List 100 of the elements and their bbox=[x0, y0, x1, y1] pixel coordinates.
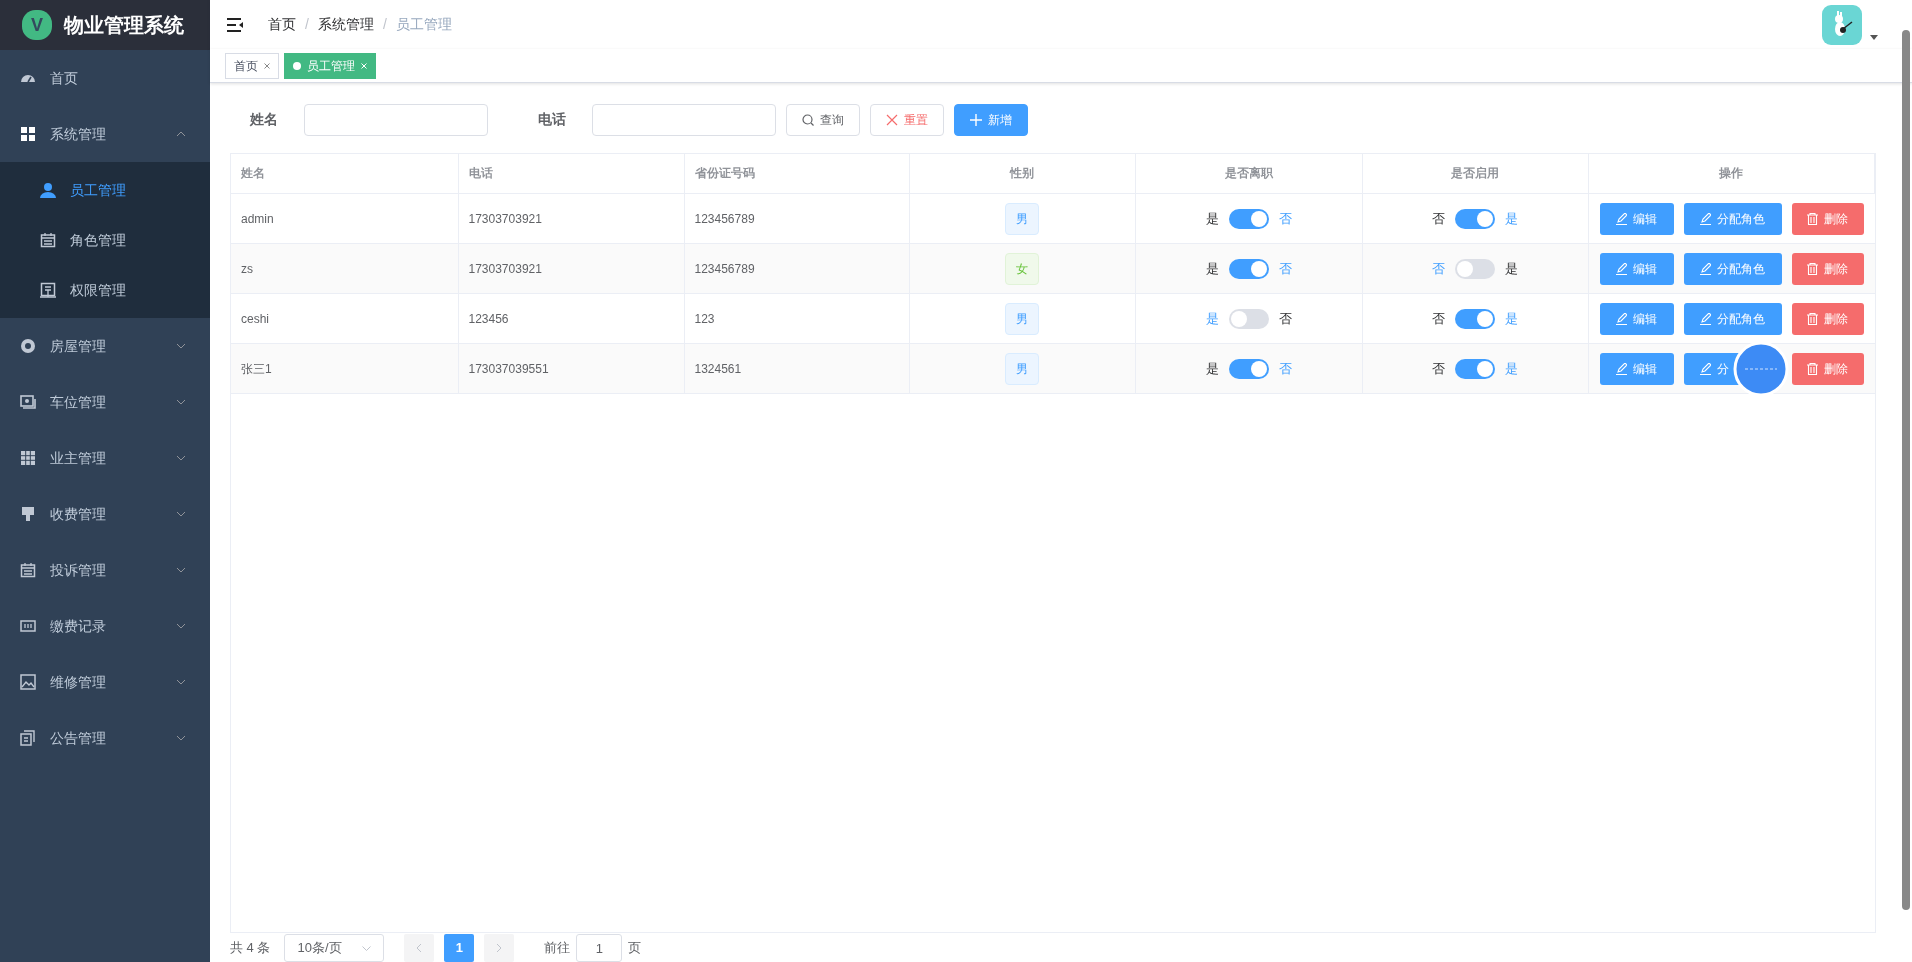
toggle-switch[interactable] bbox=[1455, 208, 1495, 229]
switch-label: 是 bbox=[1205, 209, 1219, 228]
table-cell: 1324561 bbox=[684, 343, 909, 394]
document-copy-icon bbox=[20, 730, 36, 746]
chevron-left-icon bbox=[416, 943, 423, 953]
toggle-switch[interactable] bbox=[1228, 258, 1269, 279]
pencil-icon bbox=[1699, 312, 1711, 325]
trash-icon bbox=[1807, 212, 1818, 225]
breadcrumb-current: 员工管理 bbox=[395, 15, 452, 35]
column-header: 操作 bbox=[1588, 153, 1875, 194]
sidebar-item[interactable]: 维修管理 bbox=[0, 654, 210, 710]
pencil-icon bbox=[1699, 362, 1711, 375]
column-header: 电话 bbox=[458, 153, 684, 194]
close-icon[interactable] bbox=[264, 62, 270, 69]
search-button[interactable]: 查询 bbox=[786, 103, 860, 136]
column-header: 省份证号码 bbox=[684, 153, 909, 194]
switch-label: 否 bbox=[1278, 209, 1292, 228]
sidebar-item[interactable]: 缴费记录 bbox=[0, 598, 210, 654]
image-icon bbox=[20, 674, 36, 690]
chevron-icon bbox=[362, 945, 372, 951]
switch-label: 是 bbox=[1505, 309, 1518, 328]
sidebar-item[interactable]: 投诉管理 bbox=[0, 542, 210, 598]
lifebuoy-icon bbox=[20, 338, 36, 354]
field-label: 姓名 bbox=[250, 110, 279, 130]
sidebar-item[interactable]: 收费管理 bbox=[0, 486, 210, 542]
switch-label: 否 bbox=[1278, 259, 1292, 278]
submenu-item[interactable]: 角色管理 bbox=[0, 215, 210, 265]
table-cell: zs bbox=[231, 243, 458, 294]
input-field[interactable] bbox=[304, 103, 488, 136]
sidebar-item[interactable]: 系统管理 bbox=[0, 106, 210, 162]
gender-tag: 女 bbox=[1005, 252, 1039, 285]
table-cell: 17303703921 bbox=[458, 243, 684, 294]
pencil-icon bbox=[1616, 362, 1627, 375]
pencil-icon bbox=[1616, 212, 1627, 225]
pencil-icon bbox=[1616, 262, 1627, 275]
field-label: 电话 bbox=[538, 110, 567, 130]
pencil-icon bbox=[1616, 312, 1627, 325]
table-cell: 123456789 bbox=[684, 243, 909, 294]
caret-icon[interactable] bbox=[1870, 34, 1878, 41]
sidebar-item[interactable]: 房屋管理 bbox=[0, 318, 210, 374]
table-cell: admin bbox=[231, 193, 458, 244]
column-header: 性别 bbox=[909, 153, 1135, 194]
toggle-switch[interactable] bbox=[1228, 308, 1269, 329]
floating-ball-menu[interactable] bbox=[1733, 341, 1789, 397]
sidebar-item[interactable]: 车位管理 bbox=[0, 374, 210, 430]
menu-fold-icon[interactable] bbox=[226, 16, 244, 33]
switch-label: 否 bbox=[1432, 359, 1445, 378]
toggle-switch[interactable] bbox=[1228, 358, 1269, 379]
user-icon bbox=[40, 182, 56, 198]
sidebar-item[interactable]: 首页 bbox=[0, 50, 210, 106]
table-cell: 123456 bbox=[458, 293, 684, 344]
brush-icon bbox=[20, 506, 36, 522]
switch-label: 是 bbox=[1505, 209, 1518, 228]
trash-icon bbox=[1807, 262, 1818, 275]
column-header: 姓名 bbox=[231, 153, 458, 194]
goto-label: 前往 bbox=[544, 939, 571, 958]
scrollbar[interactable] bbox=[1902, 30, 1910, 910]
breadcrumb-link[interactable]: 首页 bbox=[268, 14, 296, 36]
table-cell: ceshi bbox=[231, 293, 458, 344]
gender-tag: 男 bbox=[1005, 302, 1039, 335]
toggle-switch[interactable] bbox=[1455, 308, 1495, 329]
column-header: 是否启用 bbox=[1362, 153, 1588, 194]
breadcrumb-link[interactable]: 系统管理 bbox=[317, 14, 374, 36]
switch-label: 是 bbox=[1505, 259, 1518, 278]
pencil-icon bbox=[1699, 262, 1711, 275]
search-icon bbox=[802, 113, 814, 126]
switch-label: 是 bbox=[1205, 259, 1219, 278]
page-input[interactable]: 1 bbox=[576, 934, 623, 962]
building-icon bbox=[40, 282, 56, 298]
page-size-select[interactable]: 10条/页 bbox=[284, 934, 385, 962]
goto-suffix: 页 bbox=[628, 939, 642, 958]
table-cell: 123 bbox=[684, 293, 909, 344]
tab[interactable]: 首页 bbox=[225, 52, 279, 79]
dot-icon bbox=[293, 61, 301, 70]
switch-label: 否 bbox=[1278, 309, 1292, 328]
total-count: 共 4 条 bbox=[230, 939, 271, 958]
breadcrumb-separator: / bbox=[382, 15, 387, 35]
switch-label: 否 bbox=[1432, 259, 1445, 278]
submenu-item[interactable]: 权限管理 bbox=[0, 265, 210, 315]
sidebar-item[interactable]: 业主管理 bbox=[0, 430, 210, 486]
table-cell: 173037039551 bbox=[458, 343, 684, 394]
toggle-switch[interactable] bbox=[1228, 208, 1269, 229]
trash-icon bbox=[1807, 362, 1818, 375]
input-field[interactable] bbox=[592, 103, 776, 136]
pencil-icon bbox=[1699, 212, 1711, 225]
toggle-switch[interactable] bbox=[1455, 258, 1495, 279]
tag-frame-icon bbox=[20, 618, 36, 634]
table-cell: 17303703921 bbox=[458, 193, 684, 244]
chevron-right-icon bbox=[496, 943, 503, 953]
switch-label: 否 bbox=[1278, 359, 1292, 378]
table-grid-icon bbox=[20, 450, 36, 466]
avatar-icon[interactable] bbox=[1822, 4, 1862, 45]
breadcrumb-separator: / bbox=[305, 15, 309, 35]
grid-icon bbox=[20, 126, 36, 142]
switch-label: 是 bbox=[1205, 309, 1219, 328]
sidebar-item[interactable]: 公告管理 bbox=[0, 710, 210, 766]
toggle-switch[interactable] bbox=[1455, 358, 1495, 379]
submenu-item[interactable]: 员工管理 bbox=[0, 165, 210, 215]
plus-icon bbox=[970, 113, 982, 126]
column-header: 是否离职 bbox=[1135, 153, 1362, 194]
